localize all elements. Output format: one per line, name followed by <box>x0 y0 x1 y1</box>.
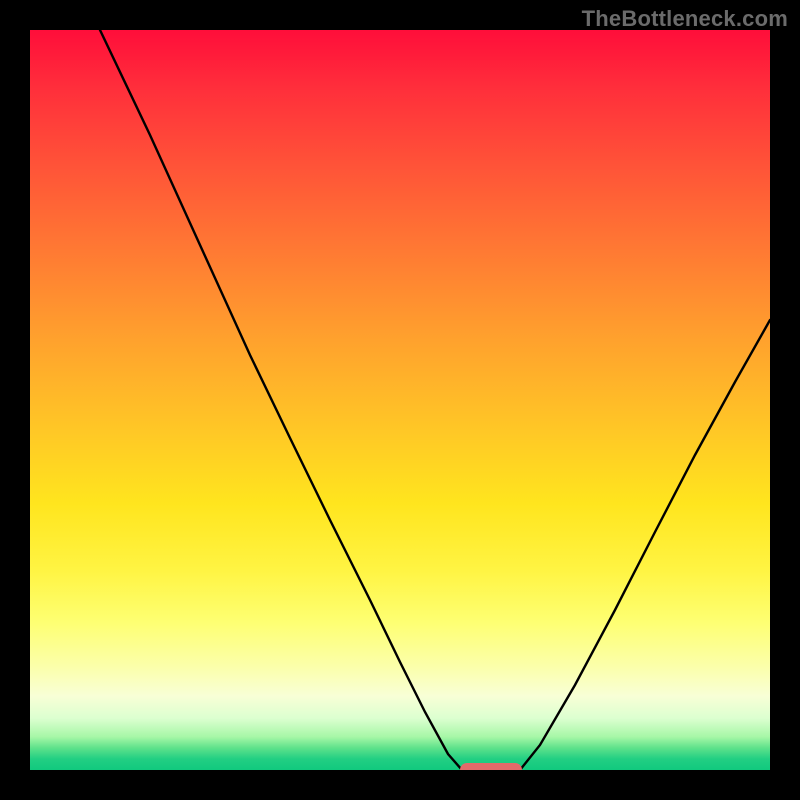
plot-area <box>30 30 770 770</box>
bottleneck-curve <box>30 30 770 770</box>
curve-path <box>100 30 770 770</box>
optimum-marker <box>460 763 522 770</box>
chart-frame: TheBottleneck.com <box>0 0 800 800</box>
watermark-text: TheBottleneck.com <box>582 6 788 32</box>
